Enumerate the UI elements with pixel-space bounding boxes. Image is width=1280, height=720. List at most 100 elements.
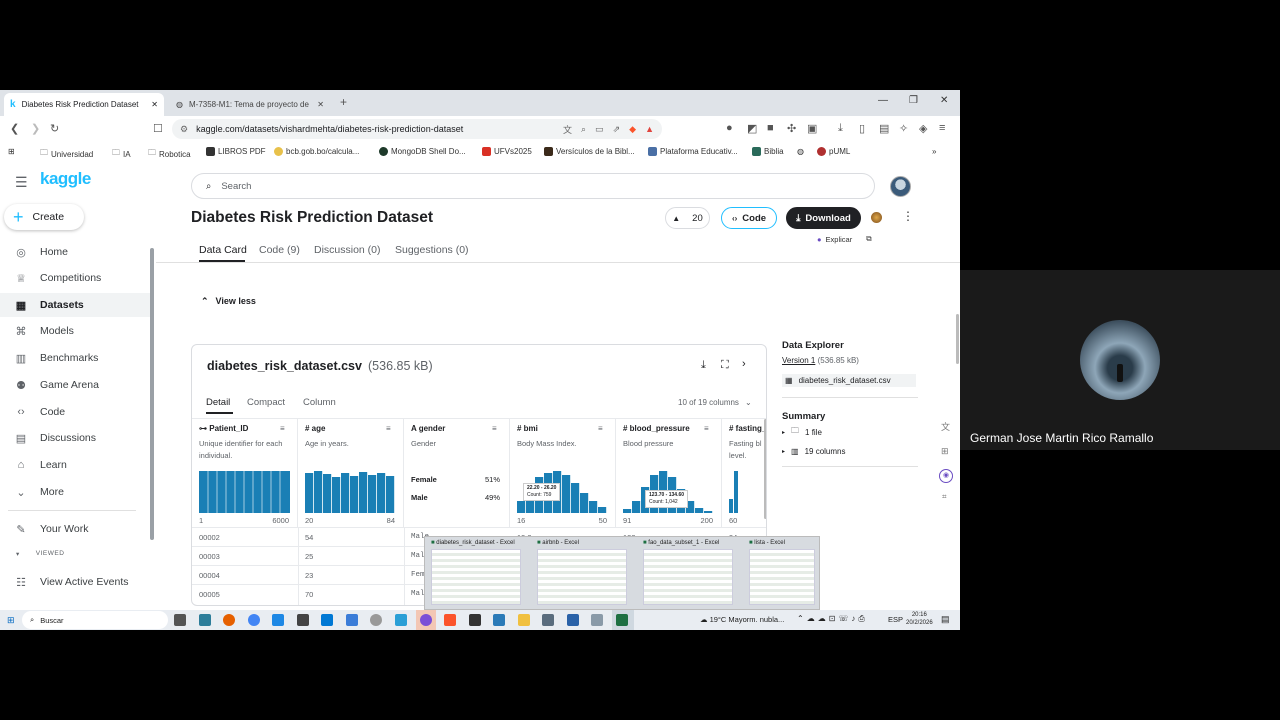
tab-suggestions[interactable]: Suggestions (0) [395, 244, 469, 256]
bookmark-link[interactable]: Plataforma Educativ... [648, 147, 738, 156]
column-bmi[interactable]: # bmi ≡ Body Mass Index. 22.20 - 26.20 C… [510, 419, 616, 527]
forward-icon[interactable]: ❯ [31, 122, 40, 135]
site-settings-icon[interactable]: ⚙ [180, 124, 188, 135]
column-age[interactable]: # age ≡ Age in years. 20 84 [298, 419, 404, 527]
file-item[interactable]: ▦ diabetes_risk_dataset.csv [782, 374, 916, 387]
globe-icon[interactable]: ◍ [797, 147, 804, 156]
sidebar-item-game-arena[interactable]: ⚉ Game Arena [14, 375, 144, 395]
sidebar-toggle-icon[interactable]: ▯ [859, 122, 865, 135]
column-fasting[interactable]: # fasting_ Fasting bl level. 60 [722, 419, 766, 527]
app-icon[interactable] [272, 614, 284, 626]
chrome-icon[interactable] [248, 614, 260, 626]
fullscreen-icon[interactable]: ⛶ [721, 359, 729, 372]
column-blood-pressure[interactable]: # blood_pressure ≡ Blood pressure 123.70… [616, 419, 722, 527]
taskbar-search[interactable]: ⌕ Buscar [22, 611, 168, 629]
bookmark-link[interactable]: Versículos de la Bibl... [544, 147, 635, 156]
sidebar-item-more[interactable]: ⌄ More [14, 482, 144, 502]
brave-shield-icon[interactable]: ◆ [629, 124, 636, 135]
app-icon[interactable] [420, 614, 432, 626]
weather-widget[interactable]: ☁ 19°C Mayorm. nubla... [700, 615, 784, 624]
firefox-icon[interactable] [223, 614, 235, 626]
rewards-icon[interactable]: ▲ [645, 124, 654, 134]
bookmark-folder[interactable]: 🗀 Universidad [40, 147, 93, 161]
app-icon[interactable] [297, 614, 309, 626]
file-explorer-icon[interactable] [518, 614, 530, 626]
tab-code[interactable]: Code (9) [259, 244, 300, 256]
version-link[interactable]: Version 1 [782, 356, 815, 365]
download-button[interactable]: ⤓ Download [786, 207, 861, 229]
downloads-icon[interactable]: ⤓ [838, 122, 843, 135]
back-icon[interactable]: ❮ [10, 122, 19, 135]
assistant-icon[interactable]: ◉ [939, 469, 953, 483]
new-tab-icon[interactable]: + [340, 95, 347, 109]
more-options-icon[interactable]: ⋮ [902, 209, 914, 223]
vscode-icon[interactable] [395, 614, 407, 626]
download-icon[interactable]: ⤓ [701, 359, 706, 372]
sidebar-item-discussions[interactable]: ▤ Discussions [14, 428, 144, 448]
column-gender[interactable]: A gender ≡ Gender Female 51% Male 49% [404, 419, 510, 527]
window-thumbnail[interactable]: ■ airbnb - Excel [535, 539, 627, 605]
filter-icon[interactable]: ≡ [704, 424, 709, 433]
bookmark-icon[interactable]: ☐ [153, 122, 163, 135]
bookmark-link[interactable]: LIBROS PDF [206, 147, 266, 156]
sidebar-item-models[interactable]: ⌘ Models [14, 321, 144, 341]
more-bookmarks-icon[interactable]: » [932, 147, 936, 156]
filter-icon[interactable]: ≡ [492, 424, 497, 433]
window-thumbnail[interactable]: ■ lista - Excel [747, 539, 815, 605]
grid-icon[interactable]: ⊞ [941, 446, 949, 457]
window-thumbnail[interactable]: ■ diabetes_risk_dataset - Excel [429, 539, 521, 605]
vpn-icon[interactable]: ◈ [919, 122, 927, 135]
bookmark-folder[interactable]: 🗀 IA [112, 147, 131, 161]
task-view-icon[interactable] [174, 614, 186, 626]
app-icon[interactable] [469, 614, 481, 626]
bookmark-link[interactable]: pUML [817, 147, 850, 156]
bookmark-link[interactable]: UFVs2025 [482, 147, 532, 156]
translate-icon[interactable]: 文 [941, 420, 950, 433]
address-bar[interactable]: ⚙ kaggle.com/datasets/vishardmehta/diabe… [172, 119, 662, 139]
app-icon[interactable] [567, 614, 579, 626]
create-button[interactable]: + Create [4, 204, 84, 230]
apps-icon[interactable]: ⊞ [8, 147, 15, 156]
summary-item-columns[interactable]: ▸ ▥ 19 columns [782, 447, 922, 456]
edge-icon[interactable] [199, 614, 211, 626]
language-indicator[interactable]: ESP [888, 615, 903, 624]
photos-icon[interactable] [493, 614, 505, 626]
app-icon[interactable] [591, 614, 603, 626]
close-window-icon[interactable]: ✕ [940, 95, 948, 106]
cast-icon[interactable]: ▭ [595, 124, 604, 135]
app-icon[interactable] [346, 614, 358, 626]
notifications-icon[interactable]: ▤ [941, 614, 950, 625]
window-thumbnail[interactable]: ■ fao_data_subset_1 - Excel [641, 539, 733, 605]
sidebar-scrollbar[interactable] [150, 248, 154, 540]
summary-item-files[interactable]: ▸ 🗀 1 file [782, 425, 922, 439]
search-input[interactable]: ⌕ Search [191, 173, 875, 199]
user-avatar[interactable] [890, 176, 911, 197]
subtab-detail[interactable]: Detail [206, 397, 230, 408]
extension-icon[interactable]: ● [726, 122, 733, 134]
bookmark-link[interactable]: MongoDB Shell Do... [379, 147, 466, 156]
subtab-compact[interactable]: Compact [247, 397, 285, 408]
reload-icon[interactable]: ↻ [50, 122, 59, 135]
sidebar-item-view-active-events[interactable]: ☷ View Active Events [14, 572, 144, 592]
kaggle-logo[interactable]: kaggle [40, 169, 91, 189]
translate-icon[interactable]: 文 [563, 123, 572, 136]
filter-icon[interactable]: ≡ [280, 424, 285, 433]
bookmark-folder[interactable]: 🗀 Robotica [148, 147, 191, 161]
sidebar-item-learn[interactable]: ⌂ Learn [14, 455, 144, 475]
settings-icon[interactable] [370, 614, 382, 626]
columns-selector[interactable]: 10 of 19 columns ⌄ [678, 398, 752, 407]
bookmark-link[interactable]: bcb.gob.bo/calcula... [274, 147, 359, 156]
hamburger-menu-icon[interactable]: ☰ [15, 174, 28, 191]
close-icon[interactable]: ✕ [151, 100, 158, 109]
system-tray-icons[interactable]: ⌃☁☁⊡☏♪⎙ [797, 614, 868, 624]
subtab-column[interactable]: Column [303, 397, 336, 408]
column-patient-id[interactable]: ⊶ Patient_ID ≡ Unique identifier for eac… [192, 419, 298, 527]
collaborator-avatar[interactable] [871, 212, 882, 223]
sidebar-item-home[interactable]: ◎ Home [14, 242, 144, 262]
view-less-toggle[interactable]: ⌃ View less [201, 296, 256, 307]
sidebar-item-datasets[interactable]: ▦ Datasets [14, 295, 144, 315]
menu-icon[interactable]: ≡ [939, 122, 945, 134]
windows-start-icon[interactable]: ⊞ [7, 615, 15, 626]
extension-icon[interactable]: ■ [767, 122, 774, 134]
extension-icon[interactable]: ◩ [747, 122, 757, 135]
